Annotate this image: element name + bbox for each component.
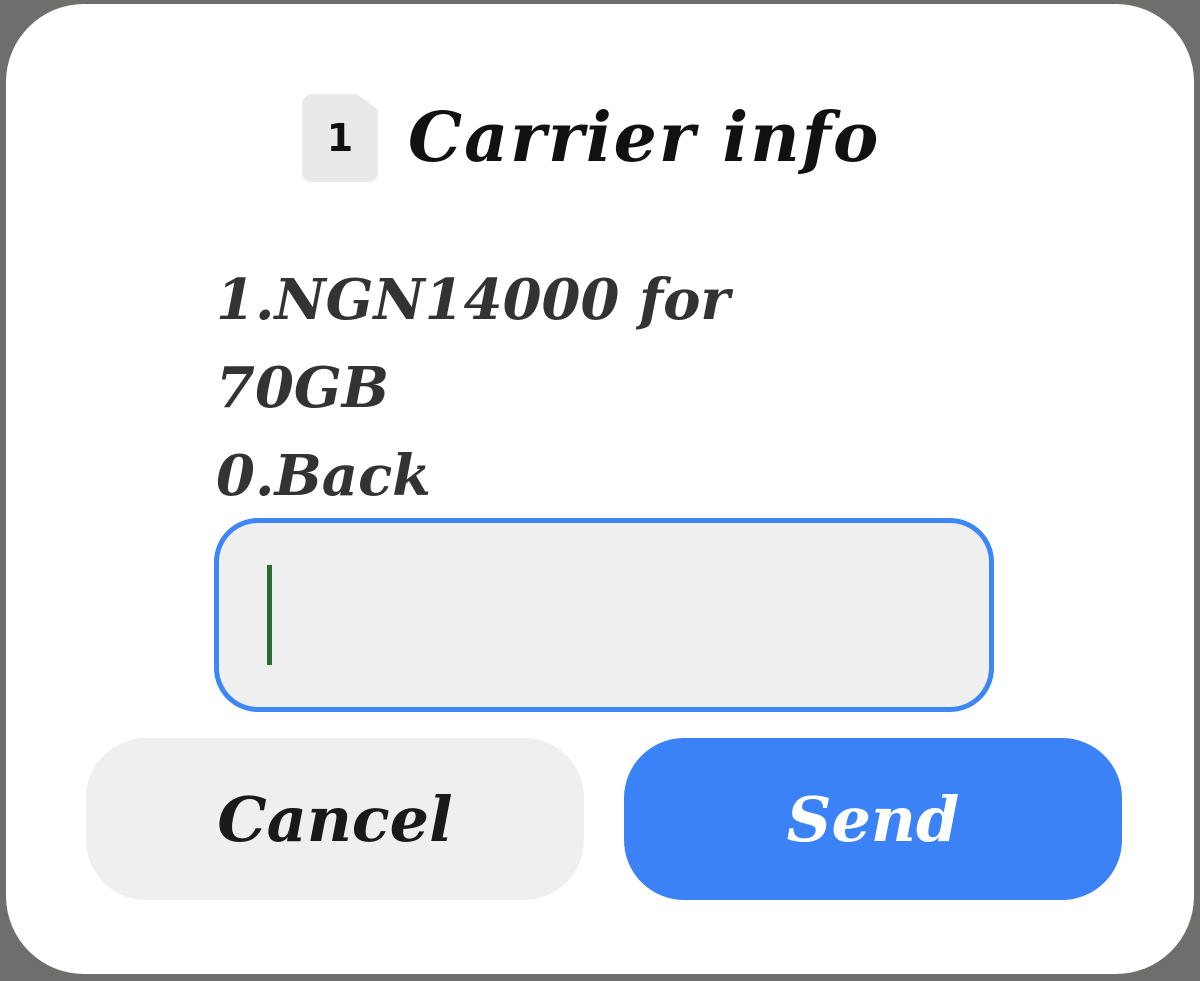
dialog-title: Carrier info <box>408 98 881 178</box>
ussd-message: 1.NGN14000 for 70GB 0.Back <box>216 256 916 520</box>
message-line: 1.NGN14000 for <box>216 267 730 333</box>
send-button[interactable]: Send <box>624 738 1122 900</box>
message-line: 0.Back <box>216 443 431 509</box>
message-line: 70GB <box>216 355 390 421</box>
cancel-button[interactable]: Cancel <box>86 738 584 900</box>
sim-slot-number: 1 <box>326 116 354 160</box>
text-cursor <box>267 565 272 665</box>
sim-card-icon: 1 <box>302 94 378 182</box>
reply-input[interactable] <box>214 518 994 712</box>
dialog-header: 1 Carrier info <box>302 92 880 184</box>
ussd-dialog: 1 Carrier info 1.NGN14000 for 70GB 0.Bac… <box>6 4 1194 974</box>
